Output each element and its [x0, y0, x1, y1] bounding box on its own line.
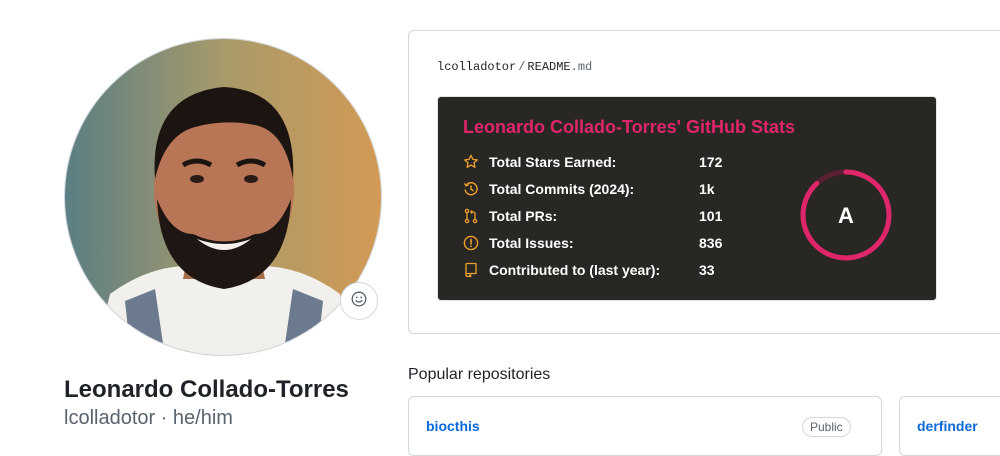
- pull-request-icon: [462, 207, 480, 225]
- stat-label: Contributed to (last year):: [489, 262, 661, 278]
- stat-row-issues: Total Issues: 836: [462, 233, 722, 253]
- stat-value: 172: [699, 154, 723, 170]
- repo-icon: [462, 261, 480, 279]
- profile-username-pronouns: lcolladotor · he/him: [64, 407, 233, 429]
- stat-label: Total Issues:: [489, 235, 574, 251]
- stat-value: 836: [699, 235, 723, 251]
- path-separator: /: [518, 60, 526, 74]
- readme-path: lcolladotor / README.md: [437, 60, 592, 74]
- stat-label: Total Commits (2024):: [489, 181, 635, 197]
- history-icon: [462, 180, 480, 198]
- repo-name-link[interactable]: biocthis: [426, 418, 480, 434]
- star-icon: [462, 153, 480, 171]
- readme-file-ext: .md: [570, 60, 593, 74]
- rank-circle: A: [798, 167, 894, 263]
- smiley-icon: [351, 291, 367, 312]
- popular-repos-heading: Popular repositories: [408, 366, 551, 383]
- repo-card-derfinder: derfinder: [899, 396, 1000, 456]
- repo-card-biocthis: biocthis Public: [408, 396, 882, 456]
- status-button[interactable]: [340, 282, 378, 320]
- stat-row-commits: Total Commits (2024): 1k: [462, 179, 715, 199]
- readme-card: lcolladotor / README.md Leonardo Collado-T…: [408, 30, 1000, 334]
- stat-row-stars: Total Stars Earned: 172: [462, 152, 722, 172]
- stat-label: Total PRs:: [489, 208, 558, 224]
- github-stats-card: Leonardo Collado-Torres' GitHub Stats To…: [437, 96, 937, 301]
- issue-icon: [462, 234, 480, 252]
- stat-value: 101: [699, 208, 723, 224]
- visibility-badge: Public: [802, 417, 851, 437]
- stat-row-prs: Total PRs: 101: [462, 206, 722, 226]
- profile-full-name: Leonardo Collado-Torres: [64, 376, 349, 403]
- rank-letter: A: [838, 203, 854, 228]
- readme-owner-link[interactable]: lcolladotor: [437, 60, 516, 74]
- stat-value: 1k: [699, 181, 715, 197]
- stats-title: Leonardo Collado-Torres' GitHub Stats: [463, 117, 795, 137]
- stat-row-contributed: Contributed to (last year): 33: [462, 260, 715, 280]
- stat-value: 33: [699, 262, 715, 278]
- readme-file-name[interactable]: README: [527, 60, 570, 74]
- avatar[interactable]: [64, 38, 382, 356]
- stat-label: Total Stars Earned:: [489, 154, 617, 170]
- repo-name-link[interactable]: derfinder: [917, 418, 978, 434]
